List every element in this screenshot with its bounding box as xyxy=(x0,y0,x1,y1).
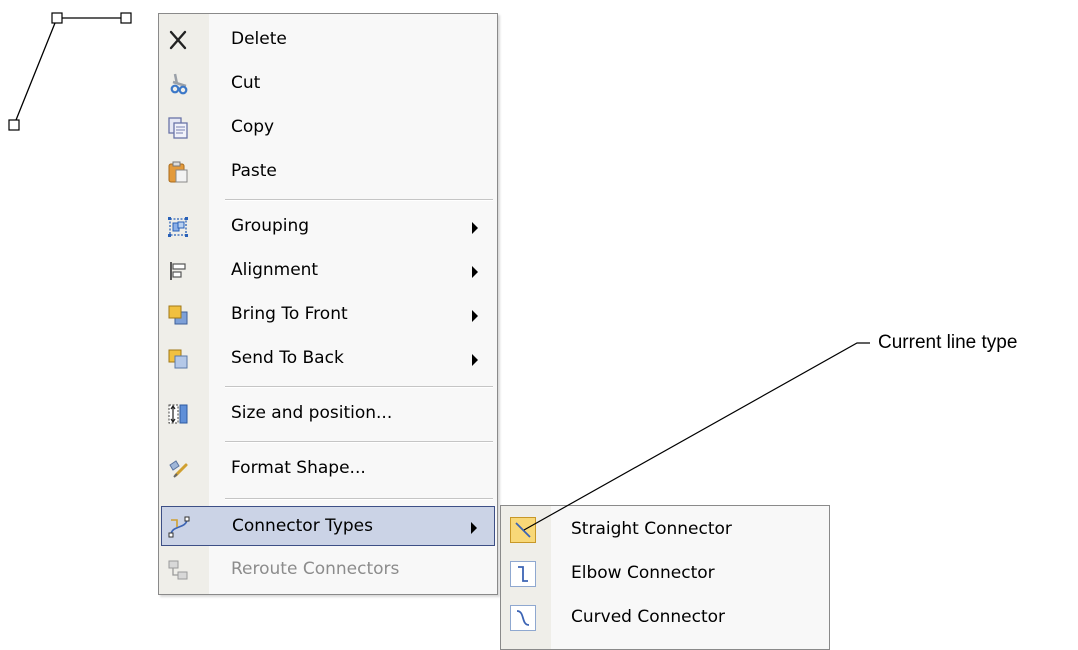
bring-to-front-icon xyxy=(166,303,190,327)
menu-item-size-and-position[interactable]: Size and position... xyxy=(161,394,495,434)
menu-item-copy[interactable]: Copy xyxy=(161,108,495,148)
menu-item-bring-to-front[interactable]: Bring To Front xyxy=(161,295,495,335)
copy-icon xyxy=(166,116,190,140)
annotation-label: Current line type xyxy=(878,332,1018,353)
connector-types-icon xyxy=(167,515,191,539)
connector-handle-bend[interactable] xyxy=(51,12,63,24)
submenu-item-elbow-connector[interactable]: Elbow Connector xyxy=(503,554,827,594)
connector-types-submenu: Straight Connector Elbow Connector Curve… xyxy=(500,505,830,650)
elbow-connector-icon xyxy=(510,561,536,587)
submenu-arrow-icon xyxy=(471,522,477,534)
menu-item-reroute-connectors[interactable]: Reroute Connectors xyxy=(161,550,495,590)
size-position-icon xyxy=(166,402,190,426)
send-to-back-icon xyxy=(166,347,190,371)
menu-item-label: Format Shape... xyxy=(231,458,366,478)
menu-item-delete[interactable]: Delete xyxy=(161,20,495,60)
menu-item-label: Connector Types xyxy=(232,516,373,536)
submenu-arrow-icon xyxy=(472,310,478,322)
format-shape-icon xyxy=(166,457,190,481)
menu-item-connector-types[interactable]: Connector Types xyxy=(161,506,495,546)
menu-separator xyxy=(225,199,493,201)
paste-icon xyxy=(166,160,190,184)
menu-item-label: Alignment xyxy=(231,260,319,280)
connector-shape[interactable] xyxy=(0,0,160,145)
alignment-icon xyxy=(166,259,190,283)
menu-separator xyxy=(225,386,493,388)
close-icon xyxy=(166,28,190,52)
menu-item-label: Paste xyxy=(231,161,277,181)
menu-item-label: Bring To Front xyxy=(231,304,348,324)
menu-item-cut[interactable]: Cut xyxy=(161,64,495,104)
menu-item-grouping[interactable]: Grouping xyxy=(161,207,495,247)
menu-item-send-to-back[interactable]: Send To Back xyxy=(161,339,495,379)
submenu-item-label: Curved Connector xyxy=(571,607,726,627)
menu-item-alignment[interactable]: Alignment xyxy=(161,251,495,291)
menu-item-label: Cut xyxy=(231,73,261,93)
menu-item-label: Reroute Connectors xyxy=(231,559,400,579)
menu-item-format-shape[interactable]: Format Shape... xyxy=(161,449,495,489)
submenu-item-straight-connector[interactable]: Straight Connector xyxy=(503,510,827,550)
submenu-item-label: Elbow Connector xyxy=(571,563,715,583)
submenu-arrow-icon xyxy=(472,266,478,278)
submenu-item-curved-connector[interactable]: Curved Connector xyxy=(503,598,827,638)
submenu-item-label: Straight Connector xyxy=(571,519,732,539)
connector-handle-end[interactable] xyxy=(8,119,20,131)
submenu-arrow-icon xyxy=(472,354,478,366)
connector-handle-start[interactable] xyxy=(120,12,132,24)
submenu-arrow-icon xyxy=(472,222,478,234)
menu-separator xyxy=(225,441,493,443)
menu-item-paste[interactable]: Paste xyxy=(161,152,495,192)
curved-connector-icon xyxy=(510,605,536,631)
grouping-icon xyxy=(166,215,190,239)
scissors-icon xyxy=(166,72,190,96)
menu-item-label: Send To Back xyxy=(231,348,344,368)
menu-item-label: Grouping xyxy=(231,216,310,236)
menu-item-label: Size and position... xyxy=(231,403,393,423)
menu-item-label: Copy xyxy=(231,117,275,137)
menu-item-label: Delete xyxy=(231,29,287,49)
reroute-connectors-icon xyxy=(166,558,190,582)
menu-separator xyxy=(225,498,493,500)
straight-connector-icon xyxy=(510,517,536,543)
context-menu: Delete Cut Copy Paste Grouping Alignment… xyxy=(158,13,498,595)
